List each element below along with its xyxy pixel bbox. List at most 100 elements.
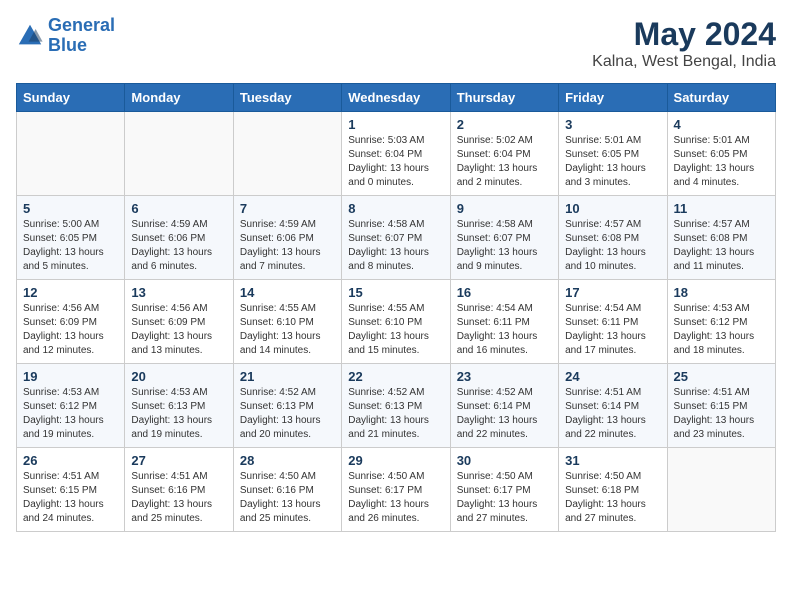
logo-line2: Blue xyxy=(48,35,87,55)
cell-info: Sunrise: 4:59 AMSunset: 6:06 PMDaylight:… xyxy=(240,218,335,274)
day-number: 17 xyxy=(565,285,660,300)
cell-info: Sunrise: 5:00 AMSunset: 6:05 PMDaylight:… xyxy=(23,218,118,274)
day-number: 19 xyxy=(23,369,118,384)
day-number: 8 xyxy=(348,201,443,216)
week-row-1: 1 Sunrise: 5:03 AMSunset: 6:04 PMDaylight… xyxy=(17,112,776,196)
header-day-sunday: Sunday xyxy=(17,84,125,112)
header-day-tuesday: Tuesday xyxy=(233,84,341,112)
logo-text: General Blue xyxy=(48,16,115,56)
cell-info: Sunrise: 4:52 AMSunset: 6:14 PMDaylight:… xyxy=(457,386,552,442)
calendar-cell: 26Sunrise: 4:51 AMSunset: 6:15 PMDayligh… xyxy=(17,448,125,532)
day-number: 29 xyxy=(348,453,443,468)
week-row-5: 26Sunrise: 4:51 AMSunset: 6:15 PMDayligh… xyxy=(17,448,776,532)
logo-line1: General xyxy=(48,15,115,35)
header-row: SundayMondayTuesdayWednesdayThursdayFrid… xyxy=(17,84,776,112)
logo: General Blue xyxy=(16,16,115,56)
calendar-cell: 23 Sunrise: 4:52 AMSunset: 6:14 PMDayligh… xyxy=(450,364,558,448)
cell-info: Sunrise: 4:58 AMSunset: 6:07 PMDaylight:… xyxy=(348,218,443,274)
calendar-cell: 1 Sunrise: 5:03 AMSunset: 6:04 PMDaylight… xyxy=(342,112,450,196)
calendar-cell: 11 Sunrise: 4:57 AMSunset: 6:08 PMDayligh… xyxy=(667,196,775,280)
header-day-friday: Friday xyxy=(559,84,667,112)
week-row-2: 5 Sunrise: 5:00 AMSunset: 6:05 PMDaylight… xyxy=(17,196,776,280)
week-row-3: 12 Sunrise: 4:56 AMSunset: 6:09 PMDayligh… xyxy=(17,280,776,364)
calendar-header: SundayMondayTuesdayWednesdayThursdayFrid… xyxy=(17,84,776,112)
header-day-thursday: Thursday xyxy=(450,84,558,112)
day-number: 16 xyxy=(457,285,552,300)
day-number: 28 xyxy=(240,453,335,468)
day-number: 23 xyxy=(457,369,552,384)
cell-info: Sunrise: 4:50 AMSunset: 6:16 PMDaylight:… xyxy=(240,470,335,526)
cell-info: Sunrise: 5:01 AMSunset: 6:05 PMDaylight:… xyxy=(565,134,660,190)
day-number: 30 xyxy=(457,453,552,468)
day-number: 21 xyxy=(240,369,335,384)
calendar-cell xyxy=(233,112,341,196)
calendar-cell: 9 Sunrise: 4:58 AMSunset: 6:07 PMDaylight… xyxy=(450,196,558,280)
cell-info: Sunrise: 4:57 AMSunset: 6:08 PMDaylight:… xyxy=(565,218,660,274)
header-day-monday: Monday xyxy=(125,84,233,112)
day-number: 9 xyxy=(457,201,552,216)
cell-info: Sunrise: 5:03 AMSunset: 6:04 PMDaylight:… xyxy=(348,134,443,190)
calendar-cell: 6Sunrise: 4:59 AMSunset: 6:06 PMDaylight… xyxy=(125,196,233,280)
cell-info: Sunrise: 4:54 AMSunset: 6:11 PMDaylight:… xyxy=(457,302,552,358)
day-number: 11 xyxy=(674,201,769,216)
cell-info: Sunrise: 4:51 AMSunset: 6:14 PMDaylight:… xyxy=(565,386,660,442)
cell-info: Sunrise: 4:56 AMSunset: 6:09 PMDaylight:… xyxy=(23,302,118,358)
calendar-cell: 19 Sunrise: 4:53 AMSunset: 6:12 PMDayligh… xyxy=(17,364,125,448)
cell-info: Sunrise: 4:51 AMSunset: 6:15 PMDaylight:… xyxy=(674,386,769,442)
calendar-cell: 3Sunrise: 5:01 AMSunset: 6:05 PMDaylight… xyxy=(559,112,667,196)
cell-info: Sunrise: 4:58 AMSunset: 6:07 PMDaylight:… xyxy=(457,218,552,274)
cell-info: Sunrise: 4:53 AMSunset: 6:12 PMDaylight:… xyxy=(23,386,118,442)
day-number: 10 xyxy=(565,201,660,216)
day-number: 7 xyxy=(240,201,335,216)
calendar-cell: 21Sunrise: 4:52 AMSunset: 6:13 PMDayligh… xyxy=(233,364,341,448)
day-number: 13 xyxy=(131,285,226,300)
calendar-cell: 28 Sunrise: 4:50 AMSunset: 6:16 PMDayligh… xyxy=(233,448,341,532)
day-number: 14 xyxy=(240,285,335,300)
cell-info: Sunrise: 4:50 AMSunset: 6:17 PMDaylight:… xyxy=(348,470,443,526)
calendar-cell xyxy=(667,448,775,532)
calendar-cell: 14Sunrise: 4:55 AMSunset: 6:10 PMDayligh… xyxy=(233,280,341,364)
calendar-cell: 17Sunrise: 4:54 AMSunset: 6:11 PMDayligh… xyxy=(559,280,667,364)
calendar-cell: 18 Sunrise: 4:53 AMSunset: 6:12 PMDayligh… xyxy=(667,280,775,364)
day-number: 5 xyxy=(23,201,118,216)
day-number: 26 xyxy=(23,453,118,468)
calendar-cell: 20 Sunrise: 4:53 AMSunset: 6:13 PMDayligh… xyxy=(125,364,233,448)
calendar-cell: 15Sunrise: 4:55 AMSunset: 6:10 PMDayligh… xyxy=(342,280,450,364)
calendar-cell: 5 Sunrise: 5:00 AMSunset: 6:05 PMDaylight… xyxy=(17,196,125,280)
cell-info: Sunrise: 4:51 AMSunset: 6:16 PMDaylight:… xyxy=(131,470,226,526)
calendar-cell xyxy=(17,112,125,196)
calendar-cell: 4Sunrise: 5:01 AMSunset: 6:05 PMDaylight… xyxy=(667,112,775,196)
day-number: 24 xyxy=(565,369,660,384)
cell-info: Sunrise: 4:53 AMSunset: 6:12 PMDaylight:… xyxy=(674,302,769,358)
cell-info: Sunrise: 4:56 AMSunset: 6:09 PMDaylight:… xyxy=(131,302,226,358)
day-number: 18 xyxy=(674,285,769,300)
cell-info: Sunrise: 4:57 AMSunset: 6:08 PMDaylight:… xyxy=(674,218,769,274)
cell-info: Sunrise: 4:59 AMSunset: 6:06 PMDaylight:… xyxy=(131,218,226,274)
day-number: 1 xyxy=(348,117,443,132)
day-number: 12 xyxy=(23,285,118,300)
calendar-cell: 24 Sunrise: 4:51 AMSunset: 6:14 PMDayligh… xyxy=(559,364,667,448)
calendar-cell: 7 Sunrise: 4:59 AMSunset: 6:06 PMDaylight… xyxy=(233,196,341,280)
day-number: 27 xyxy=(131,453,226,468)
page-header: General Blue May 2024 Kalna, West Bengal… xyxy=(16,16,776,71)
day-number: 20 xyxy=(131,369,226,384)
logo-icon xyxy=(16,22,44,50)
calendar-cell: 12 Sunrise: 4:56 AMSunset: 6:09 PMDayligh… xyxy=(17,280,125,364)
day-number: 22 xyxy=(348,369,443,384)
calendar-cell: 13 Sunrise: 4:56 AMSunset: 6:09 PMDayligh… xyxy=(125,280,233,364)
calendar-cell: 16 Sunrise: 4:54 AMSunset: 6:11 PMDayligh… xyxy=(450,280,558,364)
main-title: May 2024 xyxy=(592,16,776,53)
calendar-cell xyxy=(125,112,233,196)
calendar-body: 1 Sunrise: 5:03 AMSunset: 6:04 PMDaylight… xyxy=(17,112,776,532)
cell-info: Sunrise: 4:55 AMSunset: 6:10 PMDaylight:… xyxy=(348,302,443,358)
calendar-cell: 25 Sunrise: 4:51 AMSunset: 6:15 PMDayligh… xyxy=(667,364,775,448)
day-number: 31 xyxy=(565,453,660,468)
day-number: 25 xyxy=(674,369,769,384)
calendar-cell: 27 Sunrise: 4:51 AMSunset: 6:16 PMDayligh… xyxy=(125,448,233,532)
cell-info: Sunrise: 4:53 AMSunset: 6:13 PMDaylight:… xyxy=(131,386,226,442)
header-day-wednesday: Wednesday xyxy=(342,84,450,112)
calendar-cell: 31Sunrise: 4:50 AMSunset: 6:18 PMDayligh… xyxy=(559,448,667,532)
calendar-cell: 8 Sunrise: 4:58 AMSunset: 6:07 PMDaylight… xyxy=(342,196,450,280)
cell-info: Sunrise: 4:50 AMSunset: 6:17 PMDaylight:… xyxy=(457,470,552,526)
cell-info: Sunrise: 5:02 AMSunset: 6:04 PMDaylight:… xyxy=(457,134,552,190)
